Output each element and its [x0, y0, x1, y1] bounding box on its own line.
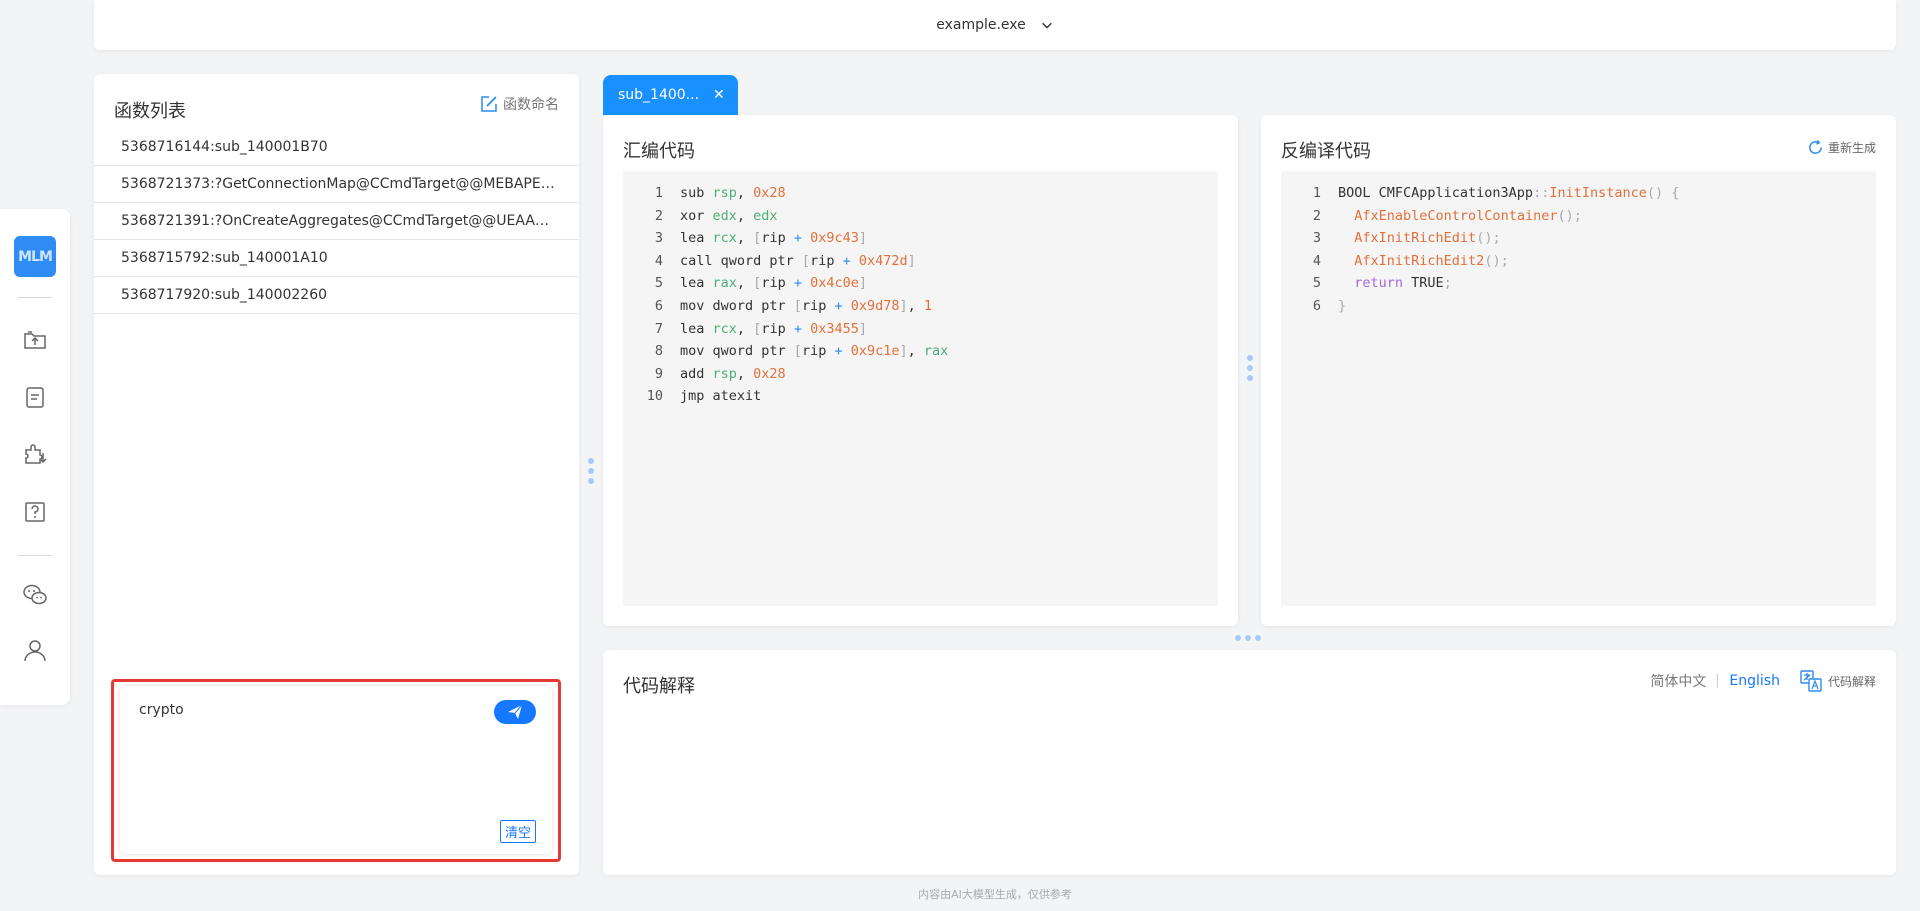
- regenerate-label: 重新生成: [1827, 141, 1876, 155]
- code-line: 8 mov qword ptr [rip + 0x9c1e], rax: [654, 343, 949, 360]
- rail-divider: [18, 297, 52, 298]
- app-logo: MLM: [14, 236, 56, 277]
- code-line: 2 xor edx, edx: [654, 207, 778, 224]
- help-icon[interactable]: [21, 498, 49, 526]
- chevron-down-icon: [1041, 22, 1052, 29]
- tab-label: sub_1400...: [618, 87, 700, 103]
- explain-code-button[interactable]: 代码解释: [1800, 670, 1876, 692]
- code-line: 4 AfxInitRichEdit2();: [1312, 252, 1509, 269]
- clear-button[interactable]: 清空: [499, 820, 536, 843]
- code-line: 7 lea rcx, [rip + 0x3455]: [654, 320, 868, 337]
- user-icon[interactable]: [21, 636, 49, 664]
- chat-input[interactable]: [139, 702, 469, 718]
- decompiled-code[interactable]: 1 BOOL CMFCApplication3App::InitInstance(…: [1281, 171, 1876, 606]
- function-item[interactable]: 5368721391:?OnCreateAggregates@CCmdTarge…: [94, 203, 579, 240]
- code-line: 5 lea rax, [rip + 0x4c0e]: [654, 275, 868, 292]
- assembly-panel: 汇编代码 1 sub rsp, 0x28 2 xor edx, edx 3 lea r…: [603, 115, 1238, 626]
- code-line: 6}: [1312, 297, 1347, 314]
- language-switch: 简体中文 English 代码解释: [1650, 670, 1876, 692]
- function-item[interactable]: 5368717920:sub_140002260: [94, 277, 579, 314]
- left-rail: MLM: [0, 209, 70, 705]
- plugin-download-icon[interactable]: [21, 440, 49, 468]
- send-button[interactable]: [494, 700, 536, 724]
- file-name: example.exe: [936, 17, 1026, 33]
- explanation-title: 代码解释: [623, 676, 695, 697]
- code-line: 10 jmp atexit: [646, 388, 762, 405]
- code-line: 2 AfxEnableControlContainer();: [1312, 207, 1582, 224]
- function-item[interactable]: 5368715792:sub_140001A10: [94, 240, 579, 277]
- rail-divider: [18, 555, 52, 556]
- resize-handle-middle[interactable]: [1247, 355, 1253, 381]
- explain-code-label: 代码解释: [1827, 674, 1876, 689]
- decompiled-panel: 反编译代码 重新生成 1 BOOL CMFCApplication3App::In…: [1261, 115, 1896, 626]
- code-line: 4 call qword ptr [rip + 0x472d]: [654, 252, 916, 269]
- chat-box: 清空: [120, 686, 552, 854]
- close-icon[interactable]: ✕: [713, 87, 725, 103]
- wechat-icon[interactable]: [21, 581, 49, 609]
- top-bar: example.exe: [94, 0, 1896, 50]
- code-line: 3 lea rcx, [rip + 0x9c43]: [654, 230, 868, 247]
- refresh-icon: [1809, 139, 1822, 154]
- ai-disclaimer: 内容由AI大模型生成，仅供参考: [918, 888, 1072, 901]
- code-line: 9 add rsp, 0x28: [654, 365, 786, 382]
- function-item[interactable]: 5368721373:?GetConnectionMap@CCmdTarget@…: [94, 166, 579, 203]
- code-line: 3 AfxInitRichEdit();: [1312, 230, 1501, 247]
- function-list-panel: 函数列表 函数命名 5368716144:sub_140001B70 53687…: [94, 74, 579, 875]
- resize-handle-left[interactable]: [588, 458, 594, 484]
- rename-function-button[interactable]: 函数命名: [479, 94, 559, 114]
- code-line: 1 BOOL CMFCApplication3App::InitInstance(…: [1312, 185, 1680, 201]
- document-icon[interactable]: [21, 383, 49, 411]
- folder-upload-icon[interactable]: [21, 326, 49, 354]
- edit-icon: [481, 96, 497, 112]
- send-icon: [508, 704, 523, 719]
- function-list-title: 函数列表: [114, 101, 186, 122]
- lang-english-option[interactable]: English: [1729, 673, 1780, 689]
- code-explanation-panel: 代码解释 简体中文 English 代码解释: [603, 650, 1896, 875]
- code-line: 5 return TRUE;: [1312, 275, 1452, 292]
- rename-function-label: 函数命名: [503, 97, 559, 113]
- file-select[interactable]: example.exe: [936, 17, 1054, 33]
- function-item[interactable]: 5368716144:sub_140001B70: [94, 129, 579, 166]
- resize-handle-bottom[interactable]: [1235, 635, 1261, 641]
- lang-chinese-option[interactable]: 简体中文: [1650, 671, 1706, 691]
- translate-icon: [1800, 670, 1822, 692]
- chat-highlight-outline: 清空: [111, 679, 561, 862]
- tab-function[interactable]: sub_1400... ✕: [603, 75, 738, 115]
- code-line: 6 mov dword ptr [rip + 0x9d78], 1: [654, 297, 933, 314]
- code-line: 1 sub rsp, 0x28: [654, 185, 786, 201]
- assembly-code[interactable]: 1 sub rsp, 0x28 2 xor edx, edx 3 lea rcx, […: [623, 171, 1218, 606]
- lang-separator: [1717, 674, 1719, 688]
- assembly-title: 汇编代码: [623, 141, 695, 162]
- regenerate-button[interactable]: 重新生成: [1807, 139, 1876, 156]
- function-list: 5368716144:sub_140001B70 5368721373:?Get…: [94, 129, 579, 314]
- decompiled-title: 反编译代码: [1281, 141, 1371, 162]
